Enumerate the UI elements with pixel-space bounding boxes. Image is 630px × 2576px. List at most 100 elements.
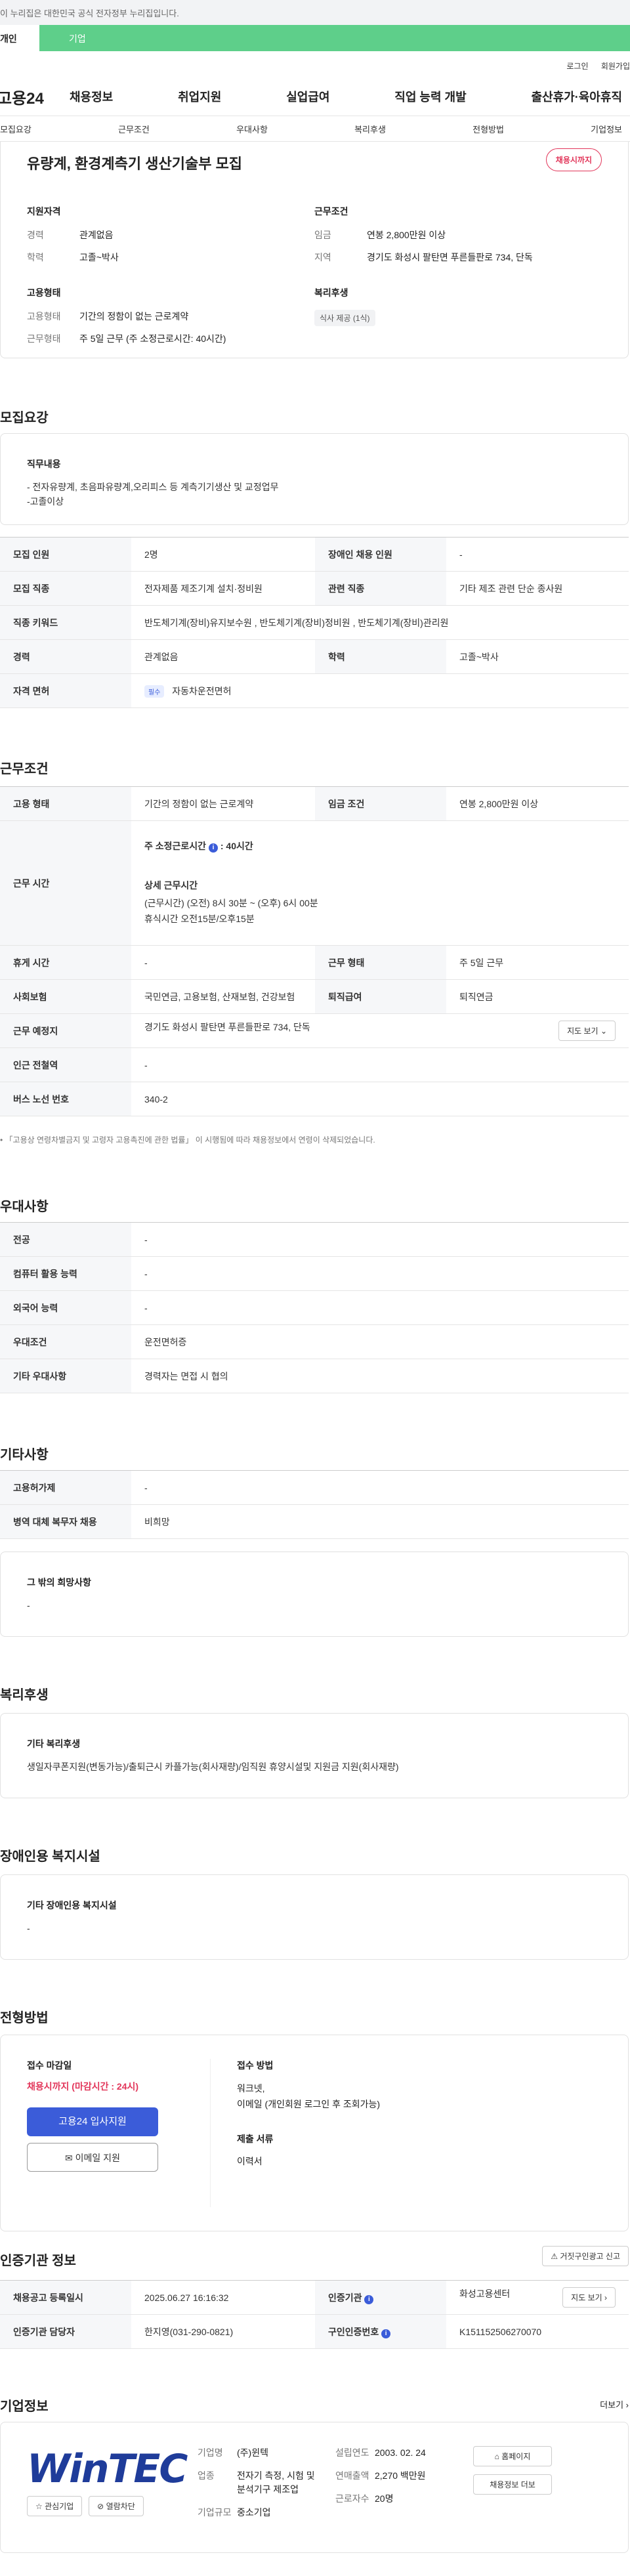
agency-map-button[interactable]: 지도 보기 › (562, 2287, 616, 2308)
insurance-value: 국민연금, 고용보험, 산재보험, 건강보험 (131, 979, 315, 1014)
disabled-key: 장애인 채용 인원 (315, 537, 446, 572)
job-key: 모집 직종 (0, 571, 131, 606)
user-type-tabs: 개인 기업 (0, 25, 630, 51)
gnb-item-training[interactable]: 직업 능력 개발 (394, 88, 466, 105)
pref-value: 운전면허증 (131, 1324, 629, 1359)
major-key: 전공 (0, 1222, 131, 1257)
global-nav: 고용24 채용정보 취업지원 실업급여 직업 능력 개발 출산휴가·육아휴직 (0, 77, 630, 116)
block-icon: ⊘ (97, 2502, 104, 2511)
snb-item-preferences[interactable]: 우대사항 (236, 123, 268, 135)
break-value: - (131, 945, 315, 980)
favorite-button[interactable]: ☆ 관심기업 (27, 2496, 83, 2516)
gov-banner-text: 이 누리집은 대한민국 공식 전자정부 누리집입니다. (0, 9, 179, 18)
weekly-hours-value: 40시간 (226, 840, 253, 851)
duty-line-2: -고졸이상 (27, 496, 64, 507)
cert-table: 채용공고 등록일시 2025.06.27 16:16:32 인증기관 i 화성고… (0, 2280, 629, 2349)
apply-button[interactable]: 고용24 입사지원 (27, 2107, 158, 2136)
certno-key: 구인인증번호 i (315, 2314, 446, 2349)
headcount-key: 모집 인원 (0, 537, 131, 572)
site-logo[interactable]: 고용24 (0, 85, 70, 108)
employment-label: 고용형태 (27, 287, 61, 298)
company-more-link[interactable]: 더보기 › (600, 2398, 629, 2411)
tab-personal[interactable]: 개인 (0, 25, 39, 51)
regdate-value: 2025.06.27 16:16:32 (131, 2280, 315, 2315)
chevron-down-icon: ⌄ (600, 1026, 607, 1036)
docs-title: 제출 서류 (237, 2133, 274, 2144)
company-heading: 기업정보 (0, 2399, 49, 2414)
career-key: 경력 (27, 230, 44, 240)
duty-title: 직무내용 (27, 459, 61, 469)
table-row: 컴퓨터 활용 능력 - (0, 1256, 629, 1291)
join-link[interactable]: 회원가입 (601, 62, 630, 71)
manager-key: 인증기관 담당자 (0, 2314, 131, 2349)
bus-value: 340-2 (131, 1082, 629, 1116)
gnb-item-unemployment-benefit[interactable]: 실업급여 (286, 88, 329, 105)
email-apply-label: 이메일 지원 (75, 2153, 120, 2163)
conditions-label: 근무조건 (314, 206, 348, 217)
cert-heading: 인증기관 정보 (0, 2254, 76, 2268)
manager-value: 한지영(031-290-0821) (131, 2314, 315, 2349)
duty-line-1: - 전자유량계, 초음파유량계,오리피스 등 계측기기생산 및 교정업무 (27, 482, 279, 492)
industry-key: 업종 (198, 2470, 215, 2481)
agency-key: 인증기관 i (315, 2280, 446, 2315)
education-key: 학력 (27, 252, 44, 263)
gnb-item-jobs[interactable]: 채용정보 (70, 88, 113, 105)
agency-map-label: 지도 보기 (571, 2293, 602, 2302)
snb-item-conditions[interactable]: 근무조건 (118, 123, 150, 135)
gnb-item-leave[interactable]: 출산휴가·육아휴직 (532, 88, 622, 105)
recruit-heading: 모집요강 (0, 411, 49, 425)
education-key-2: 학력 (315, 639, 446, 674)
disability-body: - (27, 1923, 30, 1933)
table-row: 모집 직종 전자제품 제조기계 설치·정비원 관련 직종 기타 제조 관련 단순… (0, 571, 629, 606)
info-icon[interactable]: i (208, 843, 218, 853)
revenue-key: 연매출액 (335, 2470, 369, 2481)
tab-company[interactable]: 기업 (39, 25, 630, 51)
table-row: 경력 관계없음 학력 고졸~박사 (0, 639, 629, 674)
welfare-chip: 식사 제공 (1식) (314, 310, 375, 326)
hope-value: - (27, 1600, 30, 1611)
snb-item-selection[interactable]: 전형방법 (472, 123, 504, 135)
hours-key: 근무 시간 (0, 820, 131, 946)
table-row: 우대조건 운전면허증 (0, 1324, 629, 1359)
info-icon[interactable]: i (381, 2329, 391, 2338)
selection-heading: 전형방법 (0, 2011, 49, 2025)
employees-value: 20명 (375, 2493, 394, 2504)
agency-cell: 화성고용센터 지도 보기 › (446, 2280, 629, 2315)
deadline-value: 채용시까지 (마감시간 : 24시) (27, 2081, 139, 2092)
gov-banner: 이 누리집은 대한민국 공식 전자정부 누리집입니다. (0, 0, 630, 25)
info-icon[interactable]: i (364, 2294, 374, 2304)
break-key: 휴게 시간 (0, 945, 131, 980)
map-button-label: 지도 보기 (567, 1026, 598, 1036)
mail-icon: ✉ (65, 2153, 73, 2163)
etc-pref-key: 기타 우대사항 (0, 1359, 131, 1393)
block-label: 열람차단 (106, 2502, 135, 2511)
login-link[interactable]: 로그인 (566, 62, 588, 71)
map-button[interactable]: 지도 보기 ⌄ (558, 1021, 616, 1041)
certno-value: K151152506270070 (446, 2314, 629, 2349)
region-value: 경기도 화성시 팔탄면 푸른들판로 734, 단독 (367, 252, 533, 263)
table-row: 직종 키워드 반도체기계(장비)유지보수원 , 반도체기계(장비)정비원 , 반… (0, 605, 629, 640)
retire-key: 퇴직급여 (315, 979, 446, 1014)
company-box: WinTEC ☆ 관심기업 ⊘ 열람차단 기업명 (주)윈텍 업종 전자기 측정, … (0, 2422, 629, 2553)
homepage-button[interactable]: ⌂ 홈페이지 (473, 2446, 552, 2466)
emptype-key-2: 고용 형태 (0, 786, 131, 821)
report-button[interactable]: ⚠ 거짓구인광고 신고 (542, 2246, 629, 2266)
snb-item-recruit[interactable]: 모집요강 (0, 123, 32, 135)
headcount-value: 2명 (131, 537, 315, 572)
block-button[interactable]: ⊘ 열람차단 (89, 2496, 144, 2516)
company-jobs-button[interactable]: 채용정보 더보 (473, 2474, 552, 2495)
wage-value: 연봉 2,800만원 이상 (367, 230, 446, 240)
insurance-key: 사회보험 (0, 979, 131, 1014)
related-value: 기타 제조 관련 단순 종사원 (446, 571, 629, 606)
table-row: 근무 예정지 경기도 화성시 팔탄면 푸른들판로 734, 단독 지도 보기 ⌄ (0, 1013, 629, 1048)
deadline-badge: 채용시까지 (545, 148, 602, 171)
email-apply-button[interactable]: ✉ 이메일 지원 (27, 2143, 158, 2172)
snb-item-welfare[interactable]: 복리후생 (354, 123, 386, 135)
table-row: 인근 전철역 - (0, 1047, 629, 1082)
snb-item-company[interactable]: 기업정보 (591, 123, 622, 135)
education-value-2: 고졸~박사 (446, 639, 629, 674)
age-note-text: 「고용상 연령차별금지 및 고령자 고용촉진에 관한 법률」 이 시행됨에 따라… (5, 1135, 375, 1145)
deadline-title: 접수 마감일 (27, 2060, 72, 2071)
gnb-item-employment-support[interactable]: 취업지원 (178, 88, 221, 105)
worktype-key: 근무형태 (27, 333, 61, 344)
